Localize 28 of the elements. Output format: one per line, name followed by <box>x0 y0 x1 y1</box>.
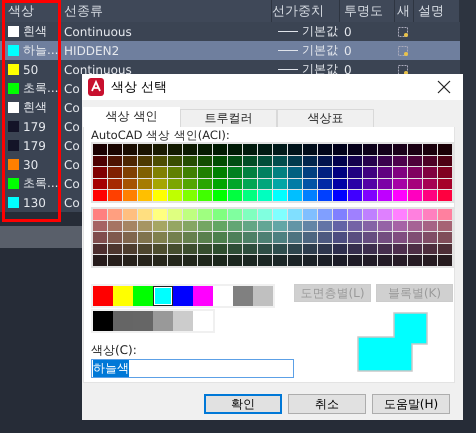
lineweight-text: 기본값 <box>302 42 338 59</box>
linetype-text: Co <box>64 100 80 114</box>
field-label: 색상(C): <box>91 342 138 359</box>
linetype-text: Co <box>64 138 80 152</box>
linetype-text: Co <box>64 196 80 210</box>
color-name: 초록... <box>23 80 58 97</box>
linetype-text: Co <box>64 120 80 134</box>
transparency-text: 0 <box>344 62 352 76</box>
linetype-text: Co <box>64 176 80 190</box>
color-name: 179 <box>23 120 46 134</box>
color-name: 30 <box>23 158 38 172</box>
color-name: 하늘... <box>23 42 58 59</box>
color-name: 흰색 <box>23 23 47 40</box>
transparency-text: 0 <box>344 24 352 38</box>
color-name: 50 <box>23 62 38 76</box>
linetype-text: Co <box>64 158 80 172</box>
color-name: 130 <box>23 196 46 210</box>
linetype-text: Continuous <box>64 24 132 38</box>
transparency-text: 0 <box>344 44 352 58</box>
lineweight-text: 기본값 <box>302 23 338 40</box>
aci-label: AutoCAD 색상 색인(ACI): <box>91 129 231 142</box>
color-name: 흰색 <box>23 99 47 116</box>
color-name: 179 <box>23 138 46 152</box>
linetype-text: Continuous <box>64 62 132 76</box>
color-name: 초록... <box>23 175 58 192</box>
linetype-text: Co <box>64 82 80 96</box>
linetype-text: HIDDEN2 <box>64 44 120 58</box>
dialog-title: 색상 선택 <box>111 79 168 96</box>
